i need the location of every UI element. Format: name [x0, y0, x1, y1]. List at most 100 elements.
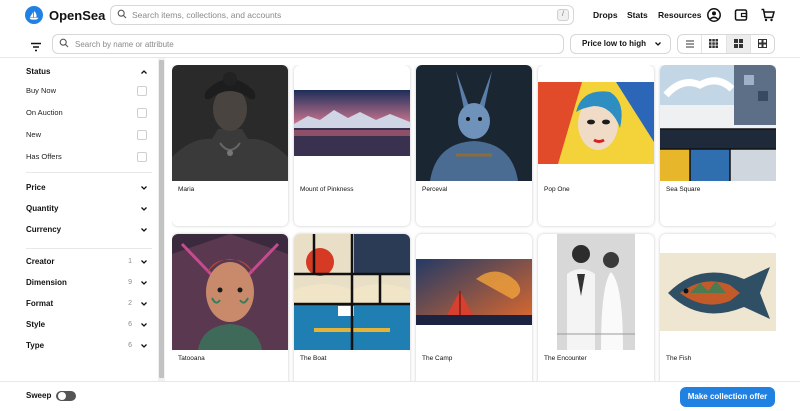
chevron-down-icon	[140, 223, 148, 242]
nft-image-bust	[172, 65, 288, 181]
opensea-logo[interactable]: OpenSea	[25, 6, 105, 24]
attribute-search-placeholder: Search by name or attribute	[75, 39, 174, 49]
cart-icon[interactable]	[760, 7, 776, 23]
sidebar-scrollbar[interactable]	[158, 58, 165, 381]
filter-sidebar: Status Buy Now On Auction New Has Offers…	[0, 58, 158, 381]
top-header: OpenSea Search items, collections, and a…	[0, 0, 800, 30]
nav-drops[interactable]: Drops	[593, 0, 618, 30]
nft-card[interactable]: Perceval	[416, 65, 532, 226]
nft-card[interactable]: Mount of Pinkness	[294, 65, 410, 226]
grid-icon	[733, 35, 743, 53]
checkbox[interactable]	[137, 86, 147, 96]
status-option-buy-now[interactable]: Buy Now	[26, 84, 148, 98]
trait-style[interactable]: Style 6	[26, 318, 148, 332]
nft-image-fish-landscape	[660, 234, 776, 350]
status-option-new[interactable]: New	[26, 128, 148, 142]
nav-resources[interactable]: Resources	[658, 0, 701, 30]
nft-image-pink-mountain	[294, 65, 410, 181]
global-search-input[interactable]: Search items, collections, and accounts …	[110, 5, 574, 25]
nft-card[interactable]: Maria	[172, 65, 288, 226]
sweep-toggle[interactable]	[56, 391, 76, 401]
make-collection-offer-button[interactable]: Make collection offer	[680, 387, 775, 407]
divider	[26, 172, 152, 173]
attribute-search-input[interactable]: Search by name or attribute	[52, 34, 564, 54]
divider	[26, 248, 152, 249]
nft-image-sea-square	[660, 65, 776, 181]
nft-card[interactable]: The Boat	[294, 234, 410, 381]
filter-status-header[interactable]: Status	[26, 65, 148, 79]
sort-label: Price low to high	[582, 39, 647, 48]
chevron-down-icon	[140, 276, 148, 295]
filter-quantity-header[interactable]: Quantity	[26, 202, 148, 216]
search-placeholder: Search items, collections, and accounts	[132, 10, 282, 20]
checkbox[interactable]	[137, 152, 147, 162]
nft-card[interactable]: Sea Square	[660, 65, 776, 226]
collection-toolbar: Search by name or attribute Price low to…	[0, 30, 800, 58]
chevron-down-icon	[140, 297, 148, 316]
status-option-label: Has Offers	[26, 152, 62, 161]
filter-status-title: Status	[26, 67, 51, 76]
filter-toggle-icon[interactable]	[30, 39, 42, 57]
chevron-down-icon	[140, 202, 148, 221]
nft-title: Mount of Pinkness	[300, 186, 354, 193]
nft-card[interactable]: The Camp	[416, 234, 532, 381]
nft-card[interactable]: The Encounter	[538, 234, 654, 381]
nft-card[interactable]: Pop One	[538, 65, 654, 226]
grid-detail-view-button[interactable]	[751, 35, 774, 53]
nft-image-pop-art	[538, 65, 654, 181]
chevron-down-icon	[654, 35, 662, 60]
nft-title: The Boat	[300, 355, 327, 362]
opensea-logo-icon	[25, 6, 43, 24]
filter-price-header[interactable]: Price	[26, 181, 148, 195]
grid-large-icon	[757, 35, 767, 53]
trait-count: 9	[128, 279, 132, 286]
nft-title: The Encounter	[544, 355, 587, 362]
sort-dropdown[interactable]: Price low to high	[570, 34, 671, 54]
nft-card[interactable]: Tatooana	[172, 234, 288, 381]
trait-count: 2	[128, 300, 132, 307]
filter-currency-header[interactable]: Currency	[26, 223, 148, 237]
nft-title: Maria	[178, 186, 195, 193]
nav-stats[interactable]: Stats	[627, 0, 648, 30]
search-shortcut-badge: /	[557, 9, 569, 21]
trait-name: Dimension	[26, 278, 67, 287]
filter-quantity-title: Quantity	[26, 204, 59, 213]
trait-creator[interactable]: Creator 1	[26, 255, 148, 269]
nft-image-encounter-photo	[538, 234, 654, 350]
filter-currency-title: Currency	[26, 225, 62, 234]
status-option-label: On Auction	[26, 108, 63, 117]
filter-price-title: Price	[26, 183, 46, 192]
trait-count: 6	[128, 342, 132, 349]
grid-large-view-button[interactable]	[702, 35, 727, 53]
chevron-down-icon	[140, 181, 148, 200]
trait-name: Style	[26, 320, 46, 329]
trait-name: Creator	[26, 257, 55, 266]
nft-title: Pop One	[544, 186, 570, 193]
status-option-on-auction[interactable]: On Auction	[26, 106, 148, 120]
chevron-down-icon	[140, 339, 148, 358]
checkbox[interactable]	[137, 130, 147, 140]
account-icon[interactable]	[706, 7, 722, 23]
search-icon	[117, 6, 127, 24]
nft-title: Perceval	[422, 186, 448, 193]
nft-card[interactable]: The Fish	[660, 234, 776, 381]
trait-format[interactable]: Format 2	[26, 297, 148, 311]
chevron-down-icon	[140, 318, 148, 337]
scrollbar-thumb[interactable]	[159, 60, 164, 378]
nft-image-tattoo-face	[172, 234, 288, 350]
item-grid: Maria Mount of Pinkness Perceval Pop One…	[172, 65, 776, 381]
sweep-label: Sweep	[26, 391, 52, 400]
checkbox[interactable]	[137, 108, 147, 118]
grid-small-icon	[709, 35, 719, 53]
grid-medium-view-button[interactable]	[726, 35, 751, 53]
wallet-icon[interactable]	[733, 7, 749, 23]
list-view-button[interactable]	[678, 35, 703, 53]
nft-title: The Camp	[422, 355, 453, 362]
trait-type[interactable]: Type 6	[26, 339, 148, 353]
toggle-knob	[58, 392, 66, 400]
view-mode-switcher	[677, 34, 775, 54]
trait-count: 6	[128, 321, 132, 328]
trait-dimension[interactable]: Dimension 9	[26, 276, 148, 290]
status-option-has-offers[interactable]: Has Offers	[26, 150, 148, 164]
status-option-label: New	[26, 130, 42, 139]
